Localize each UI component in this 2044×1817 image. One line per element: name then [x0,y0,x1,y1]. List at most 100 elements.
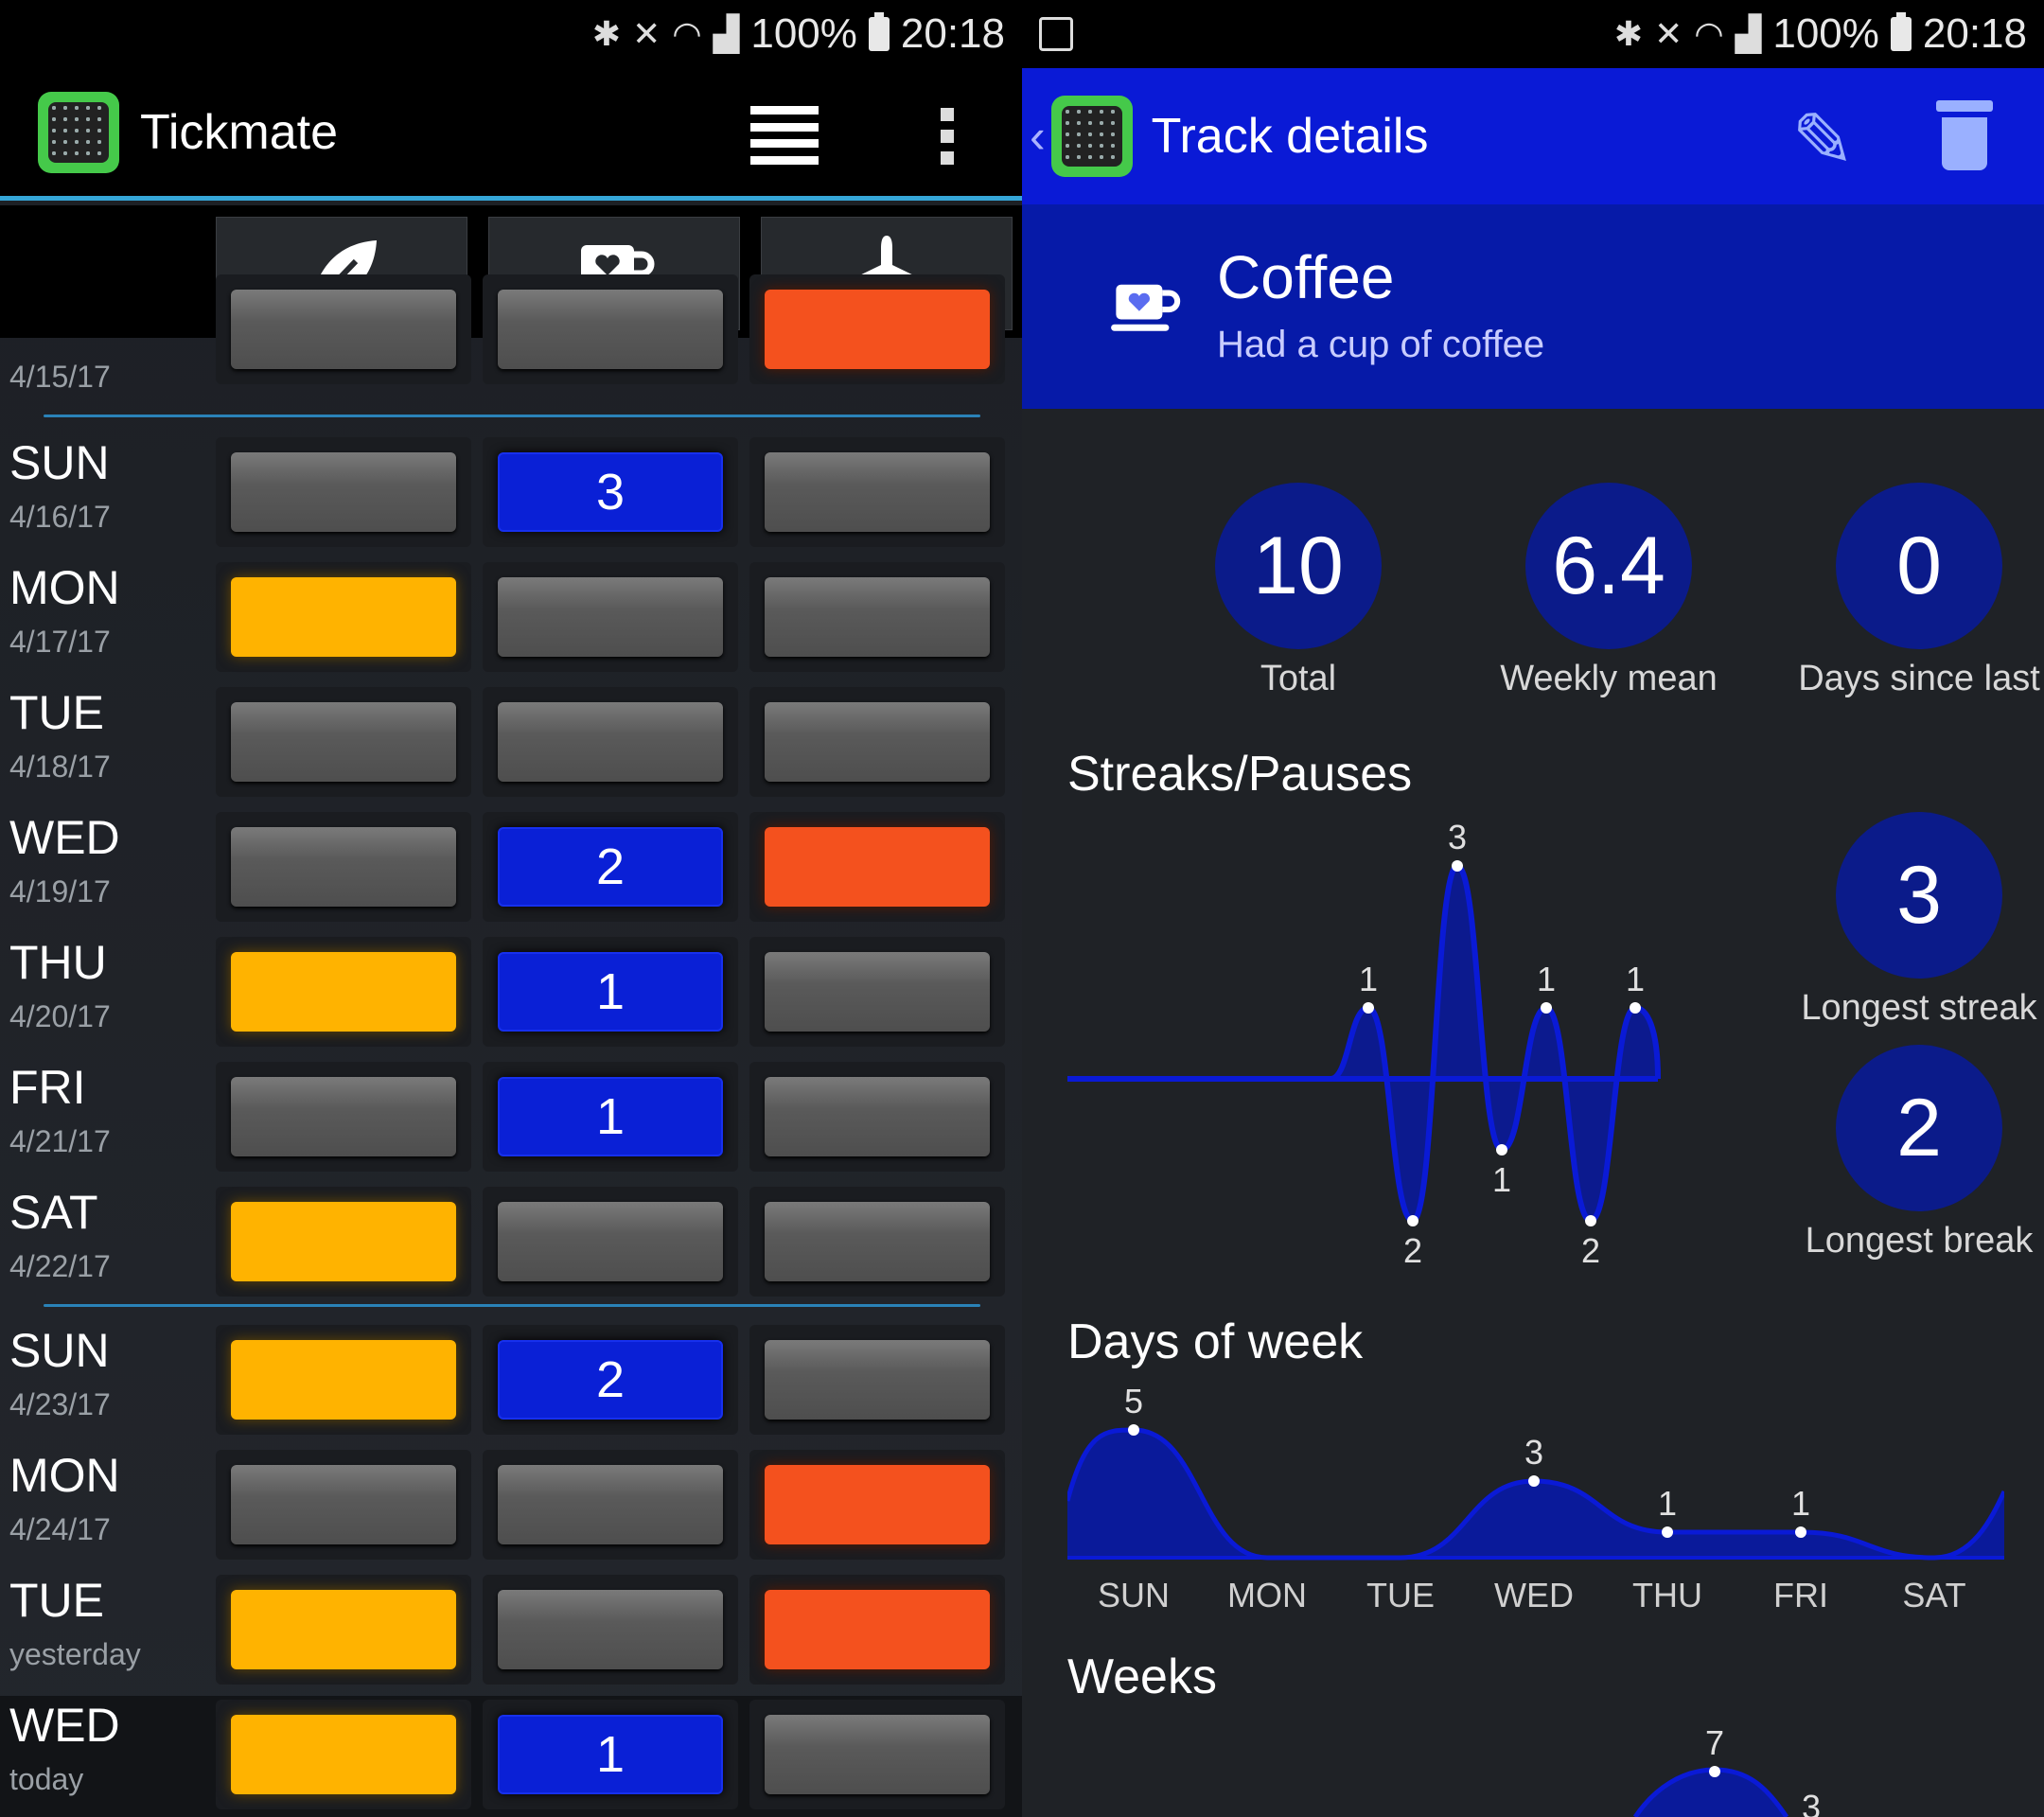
tick-cell[interactable] [216,937,471,1047]
tick-cell[interactable] [483,1575,738,1685]
tick-cell[interactable]: 1 [483,937,738,1047]
table-row: SAT 4/22/17 [0,1183,1022,1308]
tick-cell[interactable] [483,274,738,384]
row-date: 4/23/17 [9,1387,111,1421]
streak-point-label: 1 [1537,960,1556,998]
app-logo-icon[interactable] [1050,96,1133,177]
dow-tick-label: FRI [1773,1576,1828,1614]
tick-button-empty[interactable] [498,1590,723,1669]
tick-button-ticked[interactable] [231,1715,456,1794]
tick-cell[interactable] [749,562,1005,672]
tick-button[interactable] [231,290,456,369]
tick-button-ticked[interactable]: 2 [498,1340,723,1420]
row-date: 4/18/17 [9,750,111,784]
row-date: 4/15/17 [9,360,111,394]
app-logo-icon [38,91,119,173]
tick-cell[interactable] [749,812,1005,922]
tick-cell[interactable] [216,1187,471,1297]
tick-button-empty[interactable] [498,702,723,782]
tick-button-ticked[interactable] [231,1340,456,1420]
tick-button-empty[interactable] [498,1202,723,1281]
tick-cell[interactable] [216,437,471,547]
tick-cell[interactable] [216,1700,471,1809]
tick-cell[interactable]: 1 [483,1700,738,1809]
tick-cell[interactable] [749,1325,1005,1435]
tick-button-ticked[interactable] [765,1465,990,1544]
list-view-icon[interactable] [750,106,819,165]
tick-button-empty[interactable] [765,577,990,657]
streaks-section-title: Streaks/Pauses [1067,747,1413,802]
tick-button-ticked[interactable]: 2 [498,827,723,907]
tick-cell[interactable] [483,1187,738,1297]
tick-button-ticked[interactable]: 1 [498,952,723,1032]
tick-cell[interactable] [749,1700,1005,1809]
dow-point [1795,1526,1806,1538]
tick-button-empty[interactable] [765,1202,990,1281]
tick-cell[interactable] [749,1062,1005,1172]
tick-button[interactable] [498,290,723,369]
stat-weekly-mean-value: 6.4 [1525,483,1692,649]
tick-button-ticked[interactable] [231,577,456,657]
tick-cell[interactable] [749,687,1005,797]
tick-cell[interactable] [216,1575,471,1685]
tick-cell[interactable] [749,1575,1005,1685]
delete-trash-icon[interactable] [1936,100,1993,170]
tick-button-empty[interactable] [765,1340,990,1420]
tick-cell[interactable] [483,1450,738,1560]
tick-button-ticked[interactable] [231,952,456,1032]
edit-pencil-icon[interactable]: ✎ [1791,97,1855,185]
tick-button-empty[interactable] [765,452,990,532]
tick-cell[interactable] [216,1450,471,1560]
tick-button-empty[interactable] [231,452,456,532]
tick-cell[interactable] [216,562,471,672]
tick-cell[interactable] [483,562,738,672]
tick-cell[interactable] [749,937,1005,1047]
tick-cell[interactable] [749,1187,1005,1297]
details-title: Track details [1151,109,1429,164]
tick-button-ticked[interactable] [765,827,990,907]
tick-button-empty[interactable] [765,702,990,782]
tick-cell[interactable] [216,812,471,922]
tick-cell[interactable] [216,1325,471,1435]
tick-button-empty[interactable] [231,1077,456,1156]
row-date: 4/22/17 [9,1249,111,1283]
tick-cell[interactable] [216,687,471,797]
tick-cell[interactable]: 2 [483,812,738,922]
tick-button-empty[interactable] [765,1715,990,1794]
streaks-area [1067,866,1658,1221]
tick-cell[interactable]: 3 [483,437,738,547]
tick-cell[interactable]: 1 [483,1062,738,1172]
tick-button-empty[interactable] [231,827,456,907]
wifi-icon: ◠ [1694,14,1724,53]
tick-cell[interactable] [749,1450,1005,1560]
tick-button-empty[interactable] [765,1077,990,1156]
battery-icon [1890,12,1912,51]
table-row: TUE yesterday [0,1571,1022,1696]
tick-button-ticked[interactable] [765,1590,990,1669]
tick-button-empty[interactable] [231,702,456,782]
status-bar-right: ✱ ✕ ◠ ▟ 100% 20:18 [1022,0,2044,68]
tick-cell[interactable] [749,274,1005,384]
tick-button-empty[interactable] [498,577,723,657]
tick-button-empty[interactable] [765,952,990,1032]
tick-cell[interactable]: 2 [483,1325,738,1435]
tick-button-ticked[interactable]: 1 [498,1715,723,1794]
tick-button-ticked[interactable]: 3 [498,452,723,532]
tick-button-ticked[interactable]: 1 [498,1077,723,1156]
tick-button-empty[interactable] [231,1465,456,1544]
row-day: SUN [9,436,110,489]
back-chevron-icon[interactable]: ‹ [1030,109,1046,164]
track-details-panel: ✱ ✕ ◠ ▟ 100% 20:18 ‹ Track details ✎ Cof… [1022,0,2044,1817]
tick-button-empty[interactable] [498,1465,723,1544]
streak-point [1541,1002,1552,1014]
tick-button-ticked[interactable] [231,1590,456,1669]
tick-cell[interactable] [216,1062,471,1172]
row-day: TUE [9,686,104,739]
overflow-menu-icon[interactable] [941,108,954,165]
tick-cell[interactable] [749,437,1005,547]
tick-button-ticked[interactable] [231,1202,456,1281]
tick-cell[interactable] [216,274,471,384]
days-of-week-title: Days of week [1067,1314,1364,1369]
tick-button[interactable] [765,290,990,369]
tick-cell[interactable] [483,687,738,797]
